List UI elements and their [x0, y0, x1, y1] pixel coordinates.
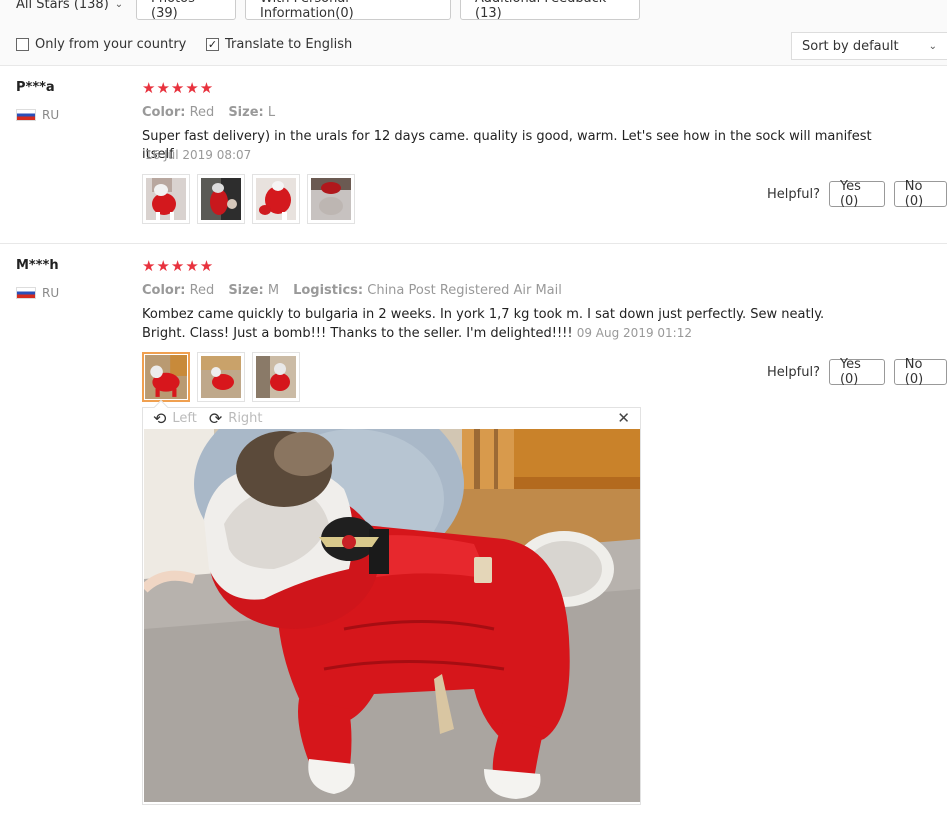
country-code: RU — [42, 108, 60, 122]
reviewer-name: P***a — [16, 80, 55, 95]
reviewer-name: M***h — [16, 258, 59, 273]
star-rating: ★★★★★ — [142, 79, 215, 97]
viewer-toolbar: ⟲ Left ⟳ Right — [143, 408, 640, 428]
helpful-voting: Helpful? Yes (0) No (0) — [767, 357, 947, 387]
only-country-label: Only from your country — [35, 37, 187, 52]
logistics-attribute: Logistics: China Post Registered Air Mai… — [293, 283, 562, 298]
reviewer-country: RU — [16, 286, 59, 300]
photo-thumbnail-image — [201, 356, 241, 398]
translate-label: Translate to English — [225, 37, 353, 52]
sort-dropdown[interactable]: Sort by default ⌄ — [791, 32, 947, 60]
close-icon[interactable]: ✕ — [617, 409, 630, 427]
russia-flag-icon — [16, 109, 36, 121]
product-attributes: Color: Red Size: L — [142, 105, 275, 120]
size-attribute: Size: L — [228, 105, 276, 120]
review-photo-thumbnail[interactable] — [142, 174, 190, 224]
photo-thumbnail-image — [256, 178, 296, 220]
photo-thumbnail-image — [311, 178, 351, 220]
photos-filter-button[interactable]: Photos (39) — [136, 0, 236, 21]
dog-photo-image — [144, 429, 640, 802]
helpful-yes-button[interactable]: Yes (0) — [828, 357, 885, 387]
only-country-checkbox[interactable] — [16, 38, 29, 51]
review-text: Super fast delivery) in the urals for 12… — [142, 129, 872, 162]
review-photo-thumbnail-active[interactable] — [142, 352, 190, 402]
helpful-yes-button[interactable]: Yes (0) — [828, 179, 885, 209]
star-filter-label: All Stars (138) — [16, 0, 109, 12]
review-body: Kombez came quickly to bulgaria in 2 wee… — [142, 307, 825, 341]
rotate-right-icon[interactable]: ⟳ — [209, 409, 222, 428]
photo-thumbnail-image — [145, 355, 187, 399]
review-filter-bar: All Stars (138) ⌄ Photos (39) With Perso… — [0, 0, 947, 66]
helpful-no-button[interactable]: No (0) — [893, 357, 947, 387]
color-attribute: Color: Red — [142, 105, 215, 120]
review-photo-thumbnails — [142, 174, 355, 224]
review-photo-thumbnail[interactable] — [197, 174, 245, 224]
rotate-right-button[interactable]: Right — [228, 411, 262, 426]
review-item: P***a RU ★★★★★ Color: Red Size: L Super … — [0, 66, 947, 244]
helpful-label: Helpful? — [767, 364, 820, 380]
additional-feedback-filter-button[interactable]: Additional Feedback (13) — [460, 0, 640, 21]
photo-thumbnail-image — [256, 356, 296, 398]
photo-thumbnail-image — [201, 178, 241, 220]
russia-flag-icon — [16, 287, 36, 299]
sort-label: Sort by default — [802, 38, 899, 54]
helpful-label: Helpful? — [767, 186, 820, 202]
size-attribute: Size: M — [228, 283, 280, 298]
color-attribute: Color: Red — [142, 283, 215, 298]
star-filter-dropdown[interactable]: All Stars (138) ⌄ — [16, 0, 123, 12]
product-attributes: Color: Red Size: M Logistics: China Post… — [142, 283, 562, 298]
rotate-left-icon[interactable]: ⟲ — [153, 409, 166, 428]
photo-viewer: ⟲ Left ⟳ Right ✕ — [142, 399, 641, 805]
helpful-voting: Helpful? Yes (0) No (0) — [767, 179, 947, 209]
personal-info-filter-button[interactable]: With Personal Information(0) — [245, 0, 451, 21]
chevron-down-icon: ⌄ — [114, 0, 124, 10]
translate-checkbox[interactable]: ✓ — [206, 38, 219, 51]
helpful-no-button[interactable]: No (0) — [893, 179, 947, 209]
review-photo-thumbnails — [142, 352, 300, 402]
review-date: 16 Jul 2019 08:07 — [145, 148, 252, 162]
photo-thumbnail-image — [146, 178, 186, 220]
review-photo-thumbnail[interactable] — [252, 174, 300, 224]
review-photo-thumbnail[interactable] — [252, 352, 300, 402]
review-date: 09 Aug 2019 01:12 — [576, 326, 692, 340]
review-photo-thumbnail[interactable] — [197, 352, 245, 402]
country-code: RU — [42, 286, 60, 300]
review-text: Kombez came quickly to bulgaria in 2 wee… — [142, 306, 862, 343]
star-rating: ★★★★★ — [142, 257, 215, 275]
review-photo-thumbnail[interactable] — [307, 174, 355, 224]
review-item: M***h RU ★★★★★ Color: Red Size: M Logist… — [0, 244, 947, 827]
rotate-left-button[interactable]: Left — [172, 411, 196, 426]
translate-option[interactable]: ✓ Translate to English — [206, 37, 352, 52]
reviewer-country: RU — [16, 108, 59, 122]
review-photo-large — [144, 429, 640, 802]
chevron-down-icon: ⌄ — [928, 40, 937, 52]
only-country-option[interactable]: Only from your country — [16, 37, 186, 52]
